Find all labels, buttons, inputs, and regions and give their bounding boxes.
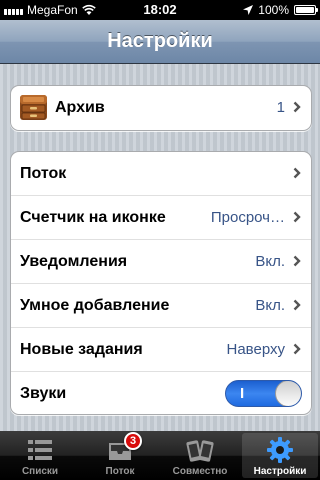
chevron-right-icon (293, 101, 301, 113)
archive-count: 1 (276, 99, 285, 116)
battery-fill (296, 7, 314, 13)
devices-icon (186, 440, 214, 462)
tab-label: Настройки (253, 466, 307, 477)
battery-percent: 100% (258, 3, 289, 17)
setting-row-stream[interactable]: Поток (11, 152, 311, 196)
chevron-right-icon (293, 167, 301, 179)
battery-icon (294, 5, 318, 15)
setting-label: Счетчик на иконке (20, 209, 166, 226)
location-arrow-icon (243, 5, 254, 15)
tab-lists[interactable]: Списки (0, 431, 80, 480)
setting-row-sounds: Звуки I (11, 372, 311, 414)
toggle-on-text: I (240, 385, 245, 402)
setting-row-badge-counter[interactable]: Счетчик на иконке Просроч… (11, 196, 311, 240)
setting-label: Новые задания (20, 341, 143, 358)
tab-settings[interactable]: Настройки (240, 431, 320, 480)
status-bar-right: 100% (243, 0, 318, 20)
setting-label: Звуки (20, 385, 67, 402)
chevron-right-icon (293, 343, 301, 355)
setting-label: Уведомления (20, 253, 128, 270)
setting-value: Просроч… (210, 209, 285, 226)
setting-value: Вкл. (255, 253, 285, 270)
gear-icon (267, 437, 293, 463)
setting-row-notifications[interactable]: Уведомления Вкл. (11, 240, 311, 284)
tab-label: Списки (21, 466, 59, 477)
archive-row[interactable]: Архив 1 (11, 86, 311, 130)
status-bar: MegaFon 18:02 100% (0, 0, 320, 20)
list-icon (28, 440, 52, 460)
setting-label: Поток (20, 165, 67, 182)
page-title: Настройки (107, 30, 213, 52)
toggle-knob (275, 381, 301, 406)
archive-box-icon (20, 95, 47, 120)
setting-value: Вкл. (255, 297, 285, 314)
chevron-right-icon (293, 299, 301, 311)
notification-badge: 3 (124, 432, 142, 450)
setting-value: Наверху (226, 341, 286, 358)
setting-label: Умное добавление (20, 297, 170, 314)
tab-label: Поток (105, 466, 135, 477)
setting-row-smart-add[interactable]: Умное добавление Вкл. (11, 284, 311, 328)
sounds-toggle[interactable]: I (225, 380, 302, 407)
settings-group: Поток Счетчик на иконке Просроч… Уведомл… (10, 151, 312, 415)
archive-label: Архив (55, 99, 105, 116)
navigation-bar: Настройки (0, 20, 320, 64)
chevron-right-icon (293, 211, 301, 223)
setting-row-new-tasks[interactable]: Новые задания Наверху (11, 328, 311, 372)
tab-shared[interactable]: Совместно (160, 431, 240, 480)
tab-stream[interactable]: 3 Поток (80, 431, 160, 480)
tab-bar: Списки 3 Поток Совместно Настройки (0, 431, 320, 480)
chevron-right-icon (293, 255, 301, 267)
tab-label: Совместно (172, 466, 228, 477)
archive-group: Архив 1 (10, 85, 312, 131)
